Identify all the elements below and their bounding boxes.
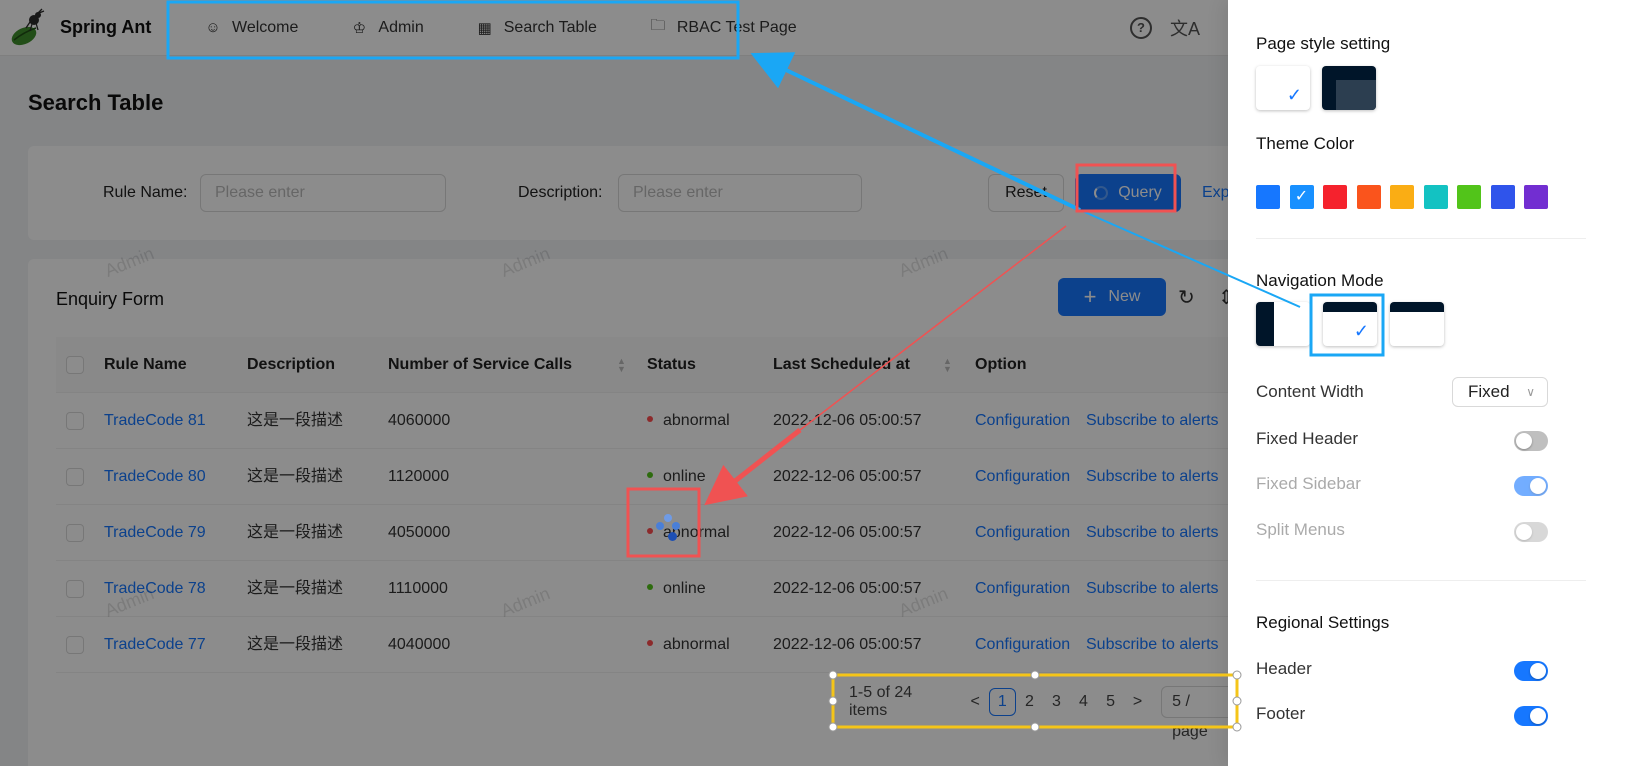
- theme-color-swatch[interactable]: [1524, 185, 1548, 209]
- content-width-value: Fixed: [1468, 382, 1510, 401]
- theme-color-title: Theme Color: [1256, 134, 1355, 153]
- theme-color-swatch[interactable]: [1256, 185, 1280, 209]
- regional-settings-title: Regional Settings: [1256, 613, 1390, 632]
- theme-color-swatch[interactable]: [1423, 185, 1448, 209]
- fixed-header-switch[interactable]: [1514, 431, 1548, 451]
- divider: [1256, 238, 1586, 239]
- split-menus-label: Split Menus: [1256, 520, 1345, 539]
- page-style-title: Page style setting: [1256, 34, 1391, 53]
- header-setting-label: Header: [1256, 659, 1312, 678]
- settings-drawer: Page style setting ✓ Theme Color ✓ Navig…: [1228, 0, 1640, 766]
- check-icon: ✓: [1353, 321, 1369, 341]
- footer-setting-label: Footer: [1256, 704, 1306, 723]
- fixed-header-label: Fixed Header: [1256, 429, 1359, 448]
- header-switch[interactable]: [1514, 661, 1548, 681]
- fixed-sidebar-label: Fixed Sidebar: [1256, 474, 1361, 493]
- theme-color-swatch[interactable]: [1390, 185, 1414, 209]
- nav-mode-side[interactable]: [1256, 302, 1310, 346]
- footer-switch[interactable]: [1514, 706, 1548, 726]
- page-loading-spinner-icon: [652, 512, 686, 546]
- nav-mode-mix[interactable]: [1390, 302, 1444, 346]
- nav-mode-top[interactable]: ✓: [1323, 302, 1377, 346]
- fixed-sidebar-switch[interactable]: [1514, 476, 1548, 496]
- check-icon: ✓: [1286, 85, 1302, 105]
- theme-color-swatch[interactable]: ✓: [1289, 185, 1314, 209]
- divider: [1256, 580, 1586, 581]
- theme-color-swatch[interactable]: [1323, 185, 1347, 209]
- theme-color-swatch[interactable]: [1457, 185, 1481, 209]
- drawer-mask[interactable]: [0, 0, 1228, 766]
- light-style-option[interactable]: ✓: [1256, 66, 1310, 110]
- split-menus-switch[interactable]: [1514, 522, 1548, 542]
- nav-mode-title: Navigation Mode: [1256, 271, 1384, 290]
- content-width-select[interactable]: Fixed ∨: [1452, 377, 1548, 407]
- chevron-down-icon: ∨: [1526, 385, 1535, 399]
- theme-color-swatch[interactable]: [1356, 185, 1381, 209]
- theme-color-swatch[interactable]: [1490, 185, 1515, 209]
- dark-style-option[interactable]: [1322, 66, 1376, 110]
